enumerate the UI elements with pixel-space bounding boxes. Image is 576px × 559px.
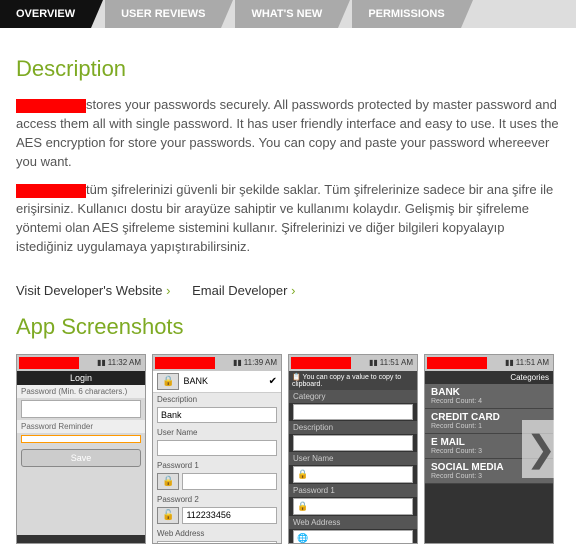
redacted-bar	[291, 357, 351, 369]
signal-icon: ▮▮	[97, 358, 106, 367]
screenshots-heading: App Screenshots	[16, 314, 560, 340]
web-value: 🌐http://www.google.com	[293, 530, 413, 544]
username-value	[157, 440, 277, 456]
p1-label: Password 1	[289, 484, 417, 497]
status-bar: ▮▮ 11:51 AM	[289, 355, 417, 371]
description-heading: Description	[16, 56, 560, 82]
tab-reviews[interactable]: USER REVIEWS	[105, 0, 221, 28]
lock-icon: 🔓	[157, 507, 179, 524]
clock: 11:32 AM	[108, 358, 141, 367]
save-button: Save	[21, 449, 141, 467]
status-bar: ▮▮ 11:51 AM	[425, 355, 553, 371]
screenshot-2[interactable]: ▮▮ 11:39 AM 🔒 BANK ✔ Description Bank Us…	[152, 354, 282, 544]
desc-label: Description	[153, 393, 281, 406]
redacted-bar	[19, 357, 79, 369]
login-header: Login	[17, 371, 145, 385]
tab-overview[interactable]: OVERVIEW	[0, 0, 91, 28]
signal-icon: ▮▮	[505, 358, 514, 367]
lock-icon: 🔒	[157, 473, 179, 490]
username-label: User Name	[153, 426, 281, 439]
password-input: ••••••	[21, 400, 141, 418]
redacted-bar	[155, 357, 215, 369]
screenshot-1[interactable]: ▮▮ 11:32 AM Login Password (Min. 6 chara…	[16, 354, 146, 544]
category-label: Category	[289, 390, 417, 403]
reminder-input	[21, 435, 141, 443]
desc-value: Bank	[157, 407, 277, 423]
description-en: stores your passwords securely. All pass…	[16, 97, 559, 169]
web-value: http://	[157, 541, 277, 544]
desc-label: Description	[289, 421, 417, 434]
categories-header: Categories	[425, 371, 553, 384]
signal-icon: ▮▮	[369, 358, 378, 367]
status-bar: ▮▮ 11:39 AM	[153, 355, 281, 371]
username-label: User Name	[289, 452, 417, 465]
redacted-bar	[427, 357, 487, 369]
redacted-app-name	[16, 99, 86, 113]
p1-value: 🔒1234567890	[293, 498, 413, 515]
tab-bar: OVERVIEW USER REVIEWS WHAT'S NEW PERMISS…	[0, 0, 576, 28]
redacted-app-name	[16, 184, 86, 198]
reminder-label: Password Reminder	[17, 420, 145, 433]
category-row: BANKRecord Count: 4	[425, 384, 553, 409]
web-label: Web Address	[153, 527, 281, 540]
clock: 11:39 AM	[244, 358, 277, 367]
password-label: Password (Min. 6 characters.)	[17, 385, 145, 398]
username-value: 🔒asdewq12@gmail.com	[293, 466, 413, 483]
clock: 11:51 AM	[516, 358, 549, 367]
p2-label: Password 2	[153, 493, 281, 506]
developer-links: Visit Developer's Website Email Develope…	[16, 283, 560, 298]
carousel-next-icon[interactable]: ❯	[522, 420, 560, 478]
clock: 11:51 AM	[380, 358, 413, 367]
category-value: SOCIAL MEDIA	[293, 404, 413, 420]
tab-permissions[interactable]: PERMISSIONS	[352, 0, 460, 28]
signal-icon: ▮▮	[233, 358, 242, 367]
screenshot-carousel: ▮▮ 11:32 AM Login Password (Min. 6 chara…	[16, 354, 560, 544]
status-bar: ▮▮ 11:32 AM	[17, 355, 145, 371]
p1-value	[182, 473, 277, 490]
description-tr: tüm şifrelerinizi güvenli bir şekilde sa…	[16, 182, 553, 254]
description-body: stores your passwords securely. All pass…	[16, 96, 560, 257]
copy-tip: 📋 You can copy a value to copy to clipbo…	[289, 371, 417, 390]
web-label: Web Address	[289, 516, 417, 529]
desc-value: Google+	[293, 435, 413, 451]
p2-value: 112233456	[182, 507, 277, 524]
email-developer-link[interactable]: Email Developer	[192, 283, 295, 298]
screenshot-3[interactable]: ▮▮ 11:51 AM 📋 You can copy a value to co…	[288, 354, 418, 544]
visit-website-link[interactable]: Visit Developer's Website	[16, 283, 170, 298]
p1-label: Password 1	[153, 459, 281, 472]
check-icon: ✔	[269, 376, 277, 387]
lock-icon: 🔒	[157, 373, 179, 390]
bank-title: BANK	[183, 376, 208, 386]
tab-whatsnew[interactable]: WHAT'S NEW	[235, 0, 338, 28]
